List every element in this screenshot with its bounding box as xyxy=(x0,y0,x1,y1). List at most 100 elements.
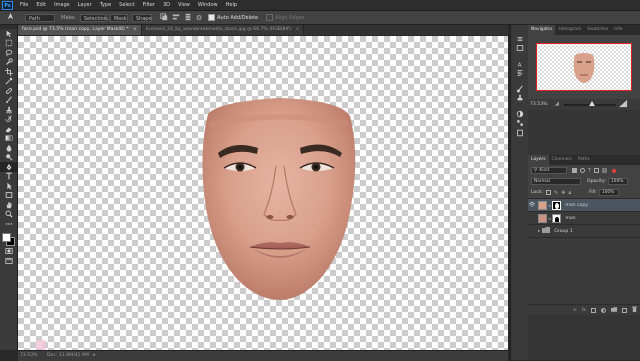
blur-tool-icon[interactable] xyxy=(0,143,17,153)
strip-grip[interactable] xyxy=(511,25,528,34)
healing-brush-tool-icon[interactable] xyxy=(0,86,17,96)
status-doc-size[interactable]: Doc: 11.8M/41.9M xyxy=(47,353,89,358)
layer-row-man-copy[interactable]: 👁︎ ∞ man copy xyxy=(528,199,640,212)
blend-mode-select[interactable]: Normal xyxy=(531,178,581,185)
layer-row-group-1[interactable]: ▸ Group 1 xyxy=(528,225,640,238)
tab-stock-jpg[interactable]: licensed_24_by_wavebreakmedia_stock.jpg … xyxy=(141,25,305,35)
menu-filter[interactable]: Filter xyxy=(139,0,159,10)
tab-face-psd[interactable]: face.psd @ 73.5% (man copy, Layer Mask/8… xyxy=(18,25,142,35)
align-edges-checkbox[interactable] xyxy=(266,14,274,21)
menu-window[interactable]: Window xyxy=(194,0,222,10)
menu-type[interactable]: Type xyxy=(96,0,115,10)
color-swatches[interactable] xyxy=(0,231,17,247)
tab-layers[interactable]: Layers xyxy=(528,155,549,165)
zoom-tool-icon[interactable] xyxy=(0,210,17,220)
tab-swatches[interactable]: Swatches xyxy=(584,25,611,35)
layer-filter-select[interactable]: ⚲ Kind xyxy=(531,167,567,174)
marquee-tool-icon[interactable] xyxy=(0,39,17,49)
navigator-thumbnail[interactable] xyxy=(536,43,632,91)
chain-link-icon[interactable]: ∞ xyxy=(548,216,551,221)
layer-row-man[interactable]: ∞ man xyxy=(528,212,640,225)
path-operations-icon[interactable] xyxy=(160,12,168,23)
crop-tool-icon[interactable] xyxy=(0,67,17,77)
fx-icon[interactable]: fx xyxy=(582,308,586,313)
tab-paths[interactable]: Paths xyxy=(575,155,593,165)
status-menu-arrow-icon[interactable]: ▸ xyxy=(93,353,95,358)
paragraph-panel-icon[interactable] xyxy=(511,69,528,79)
auto-add-delete-checkbox[interactable] xyxy=(208,14,216,21)
status-zoom[interactable]: 73.53% xyxy=(20,353,38,358)
type-tool-icon[interactable] xyxy=(0,172,17,182)
layer-mask-thumbnail[interactable] xyxy=(552,213,562,223)
navigator-view-box[interactable] xyxy=(536,43,632,91)
tab-histogram[interactable]: Histogram xyxy=(555,25,584,35)
quick-mask-icon[interactable] xyxy=(0,247,17,257)
properties-panel-icon[interactable] xyxy=(511,44,528,54)
menu-select[interactable]: Select xyxy=(115,0,138,10)
brush-panel-icon[interactable] xyxy=(511,84,528,94)
layer-name[interactable]: man copy xyxy=(565,203,588,208)
gradient-tool-icon[interactable] xyxy=(0,134,17,144)
layer-mask-thumbnail[interactable] xyxy=(552,200,562,210)
eraser-tool-icon[interactable] xyxy=(0,124,17,134)
filter-toggle-icon[interactable] xyxy=(612,168,617,173)
make-mask-button[interactable]: Mask xyxy=(109,13,128,22)
mask-icon[interactable] xyxy=(591,307,596,313)
adjustment-icon[interactable] xyxy=(601,307,606,313)
path-selection-tool-icon[interactable] xyxy=(0,181,17,191)
menu-view[interactable]: View xyxy=(174,0,194,10)
lock-all-icon[interactable]: 🔒︎ xyxy=(568,190,571,196)
zoom-slider-thumb[interactable] xyxy=(588,100,595,106)
trash-icon[interactable] xyxy=(632,306,637,314)
fill-input[interactable]: 100% xyxy=(598,189,619,196)
layer-name[interactable]: Group 1 xyxy=(554,229,572,234)
menu-image[interactable]: Image xyxy=(50,0,74,10)
make-selection-button[interactable]: Selection... xyxy=(79,13,112,22)
make-shape-button[interactable]: Shape xyxy=(131,13,152,22)
zoom-out-icon[interactable] xyxy=(554,100,561,109)
filter-shape-icon[interactable] xyxy=(594,168,600,173)
tab-channels[interactable]: Channels xyxy=(549,155,575,165)
menu-layer[interactable]: Layer xyxy=(74,0,96,10)
more-tools-icon[interactable] xyxy=(0,219,17,229)
navigator-zoom-slider[interactable] xyxy=(563,100,616,106)
rectangle-tool-icon[interactable] xyxy=(0,191,17,201)
lock-transparent-icon[interactable] xyxy=(546,190,552,195)
filter-smart-object-icon[interactable] xyxy=(602,168,608,173)
lock-move-icon[interactable]: ✥ xyxy=(561,190,565,196)
path-arrangement-icon[interactable] xyxy=(184,13,192,23)
styles-panel-icon[interactable] xyxy=(511,119,528,129)
link-icon[interactable]: ∞ xyxy=(572,307,576,313)
eyedropper-tool-icon[interactable] xyxy=(0,77,17,87)
navigator-zoom-value[interactable]: 73.53% xyxy=(530,102,548,107)
layer-name[interactable]: man xyxy=(565,216,575,221)
canvas-area[interactable] xyxy=(18,36,508,350)
path-alignment-icon[interactable] xyxy=(172,13,180,23)
lasso-tool-icon[interactable] xyxy=(0,48,17,58)
disclosure-arrow-icon[interactable]: ▸ xyxy=(538,229,540,234)
history-panel-icon[interactable] xyxy=(511,34,528,44)
history-brush-tool-icon[interactable] xyxy=(0,115,17,125)
menu-3d[interactable]: 3D xyxy=(159,0,174,10)
libraries-panel-icon[interactable] xyxy=(511,128,528,138)
quick-select-tool-icon[interactable] xyxy=(0,58,17,68)
brush-tool-icon[interactable] xyxy=(0,96,17,106)
hand-tool-icon[interactable] xyxy=(0,200,17,210)
layer-thumbnail[interactable] xyxy=(538,213,547,223)
pen-tool-preset-icon[interactable] xyxy=(6,12,15,23)
adjustments-panel-icon[interactable] xyxy=(511,109,528,119)
visibility-eye-icon[interactable]: 👁︎ xyxy=(528,202,536,208)
new-group-folder-icon[interactable] xyxy=(611,306,617,314)
foreground-color-swatch[interactable] xyxy=(2,232,11,242)
chain-link-icon[interactable]: ∞ xyxy=(548,203,551,208)
menu-edit[interactable]: Edit xyxy=(32,0,50,10)
filter-pixel-icon[interactable] xyxy=(572,168,577,173)
path-mode-select[interactable]: Path xyxy=(25,13,55,22)
layer-thumbnail[interactable] xyxy=(538,200,547,210)
tab-navigator[interactable]: Navigator xyxy=(528,25,556,35)
menu-file[interactable]: File xyxy=(16,0,32,10)
character-panel-icon[interactable]: A xyxy=(511,59,528,69)
menu-help[interactable]: Help xyxy=(222,0,241,10)
tab-close-icon[interactable]: × xyxy=(296,27,300,32)
move-tool-icon[interactable] xyxy=(0,29,17,39)
